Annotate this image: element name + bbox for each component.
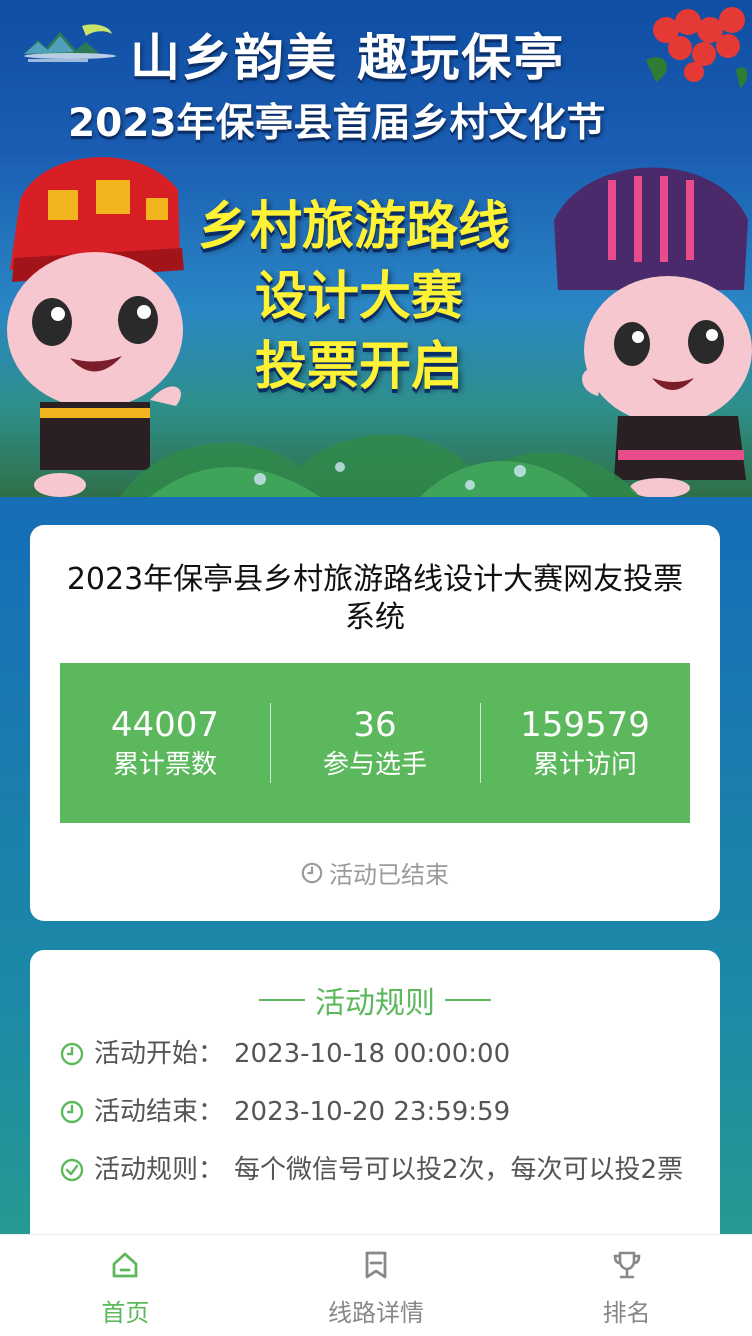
- tab-route-details[interactable]: 线路详情: [251, 1235, 502, 1336]
- banner-headline: 山乡韵美 趣玩保亭: [130, 29, 566, 87]
- rule-value: 2023-10-20 23:59:59: [234, 1097, 511, 1127]
- foliage-decoration: [120, 434, 640, 497]
- bookmark-icon: [365, 1251, 387, 1279]
- clock-icon: [301, 862, 323, 883]
- banner-line-route: 乡村旅游路线: [198, 197, 511, 257]
- stat-label: 累计访问: [532, 750, 637, 780]
- stats-panel: 44007 累计票数 36 参与选手 159579 累计访问: [60, 663, 690, 823]
- home-icon: [112, 1252, 138, 1278]
- vote-summary-card: 2023年保亭县乡村旅游路线设计大赛网友投票系统 44007 累计票数 36 参…: [30, 525, 720, 921]
- heading-divider: [445, 999, 491, 1001]
- rule-end-time: 活动结束： 2023-10-20 23:59:59: [60, 1092, 700, 1132]
- rule-start-time: 活动开始： 2023-10-18 00:00:00: [60, 1034, 700, 1074]
- banner-line-contest: 设计大赛: [255, 267, 464, 327]
- activity-status: 活动已结束: [30, 855, 720, 890]
- stat-value: 36: [353, 705, 397, 745]
- check-circle-icon: [60, 1158, 84, 1182]
- rule-key: 活动开始：: [94, 1039, 225, 1069]
- bottom-tab-bar: 首页 线路详情 排名: [0, 1234, 752, 1336]
- tab-home[interactable]: 首页: [0, 1235, 251, 1336]
- rules-title-text: 活动规则: [315, 986, 435, 1021]
- stat-label: 累计票数: [112, 750, 217, 780]
- heading-divider: [259, 999, 305, 1001]
- rule-voting-policy: 活动规则： 每个微信号可以投2次，每次可以投2票: [60, 1150, 700, 1190]
- tab-label: 排名: [602, 1299, 651, 1327]
- clock-icon: [60, 1042, 84, 1066]
- festival-logo: [24, 24, 116, 62]
- stat-total-votes: 44007 累计票数: [60, 663, 270, 823]
- stat-visits: 159579 累计访问: [480, 663, 690, 823]
- rule-key: 活动规则：: [94, 1155, 225, 1185]
- clock-icon: [60, 1100, 84, 1124]
- tab-ranking[interactable]: 排名: [501, 1235, 752, 1336]
- page-title: 2023年保亭县乡村旅游路线设计大赛网友投票系统: [66, 562, 684, 635]
- stat-value: 44007: [110, 705, 220, 745]
- stat-contestants: 36 参与选手: [270, 663, 480, 823]
- banner: 山乡韵美 趣玩保亭 2023年保亭县首届乡村文化节 乡村旅游路线 设计大赛 投票…: [0, 0, 752, 497]
- lychee-decoration: [646, 7, 748, 88]
- stat-value: 159579: [520, 705, 650, 745]
- stat-label: 参与选手: [322, 750, 427, 780]
- tab-label: 首页: [101, 1299, 150, 1327]
- rule-value: 2023-10-18 00:00:00: [234, 1039, 511, 1069]
- rule-value: 每个微信号可以投2次，每次可以投2票: [234, 1155, 684, 1185]
- trophy-icon: [613, 1251, 640, 1279]
- rule-key: 活动结束：: [94, 1097, 225, 1127]
- activity-status-text: 活动已结束: [329, 861, 449, 889]
- banner-subtitle: 2023年保亭县首届乡村文化节: [68, 101, 606, 146]
- tab-label: 线路详情: [328, 1299, 424, 1327]
- rules-heading: 活动规则: [30, 978, 720, 1022]
- rules-card: 活动规则 活动开始： 2023-10-18 00:00:00 活动结束： 202…: [30, 950, 720, 1270]
